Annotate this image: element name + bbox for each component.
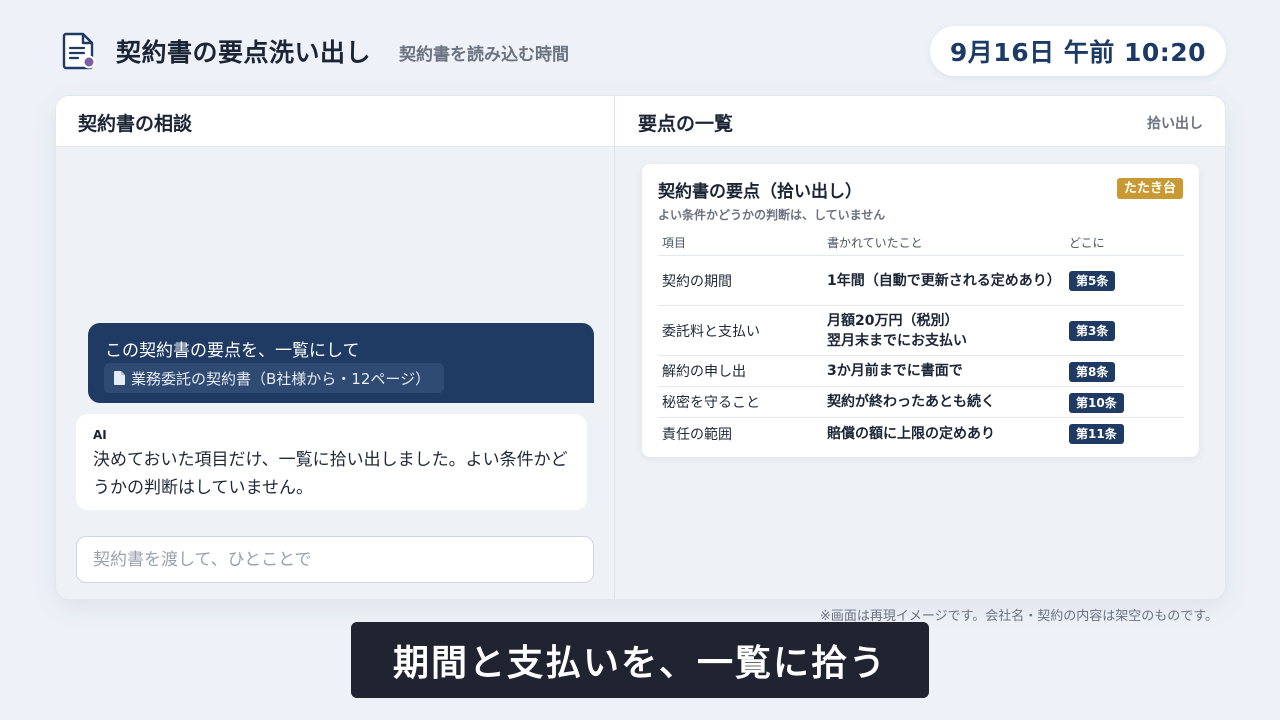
app-subtitle: 契約書を読み込む時間 <box>399 45 569 65</box>
table-row: 解約の申し出 3か月前までに書面で 第8条 <box>658 356 1184 387</box>
table-row: 秘密を守ること 契約が終わったあとも続く 第10条 <box>658 387 1184 418</box>
file-icon <box>114 371 125 385</box>
row-item: 契約の期間 <box>662 273 732 290</box>
attachment-chip[interactable]: 業務委託の契約書（B社様から・12ページ） <box>104 363 445 393</box>
app-title: 契約書の要点洗い出し <box>116 38 372 67</box>
clock-display: 9月16日 午前 10:20 <box>930 26 1226 76</box>
user-message-bubble: この契約書の要点を、一覧にして 業務委託の契約書（B社様から・12ページ） <box>88 323 594 403</box>
user-message-text: この契約書の要点を、一覧にして <box>105 341 360 361</box>
summary-table: 項目 書かれていたこと どこに 契約の期間 1年間（自動で更新される定めあり） … <box>658 230 1184 449</box>
column-header-item: 項目 <box>662 236 687 250</box>
summary-note: よい条件かどうかの判断は、していません <box>658 208 886 222</box>
row-content: 契約が終わったあとも続く <box>827 394 995 410</box>
row-item: 責任の範囲 <box>662 426 732 443</box>
draft-badge: たたき台 <box>1116 178 1183 199</box>
column-header-content: 書かれていたこと <box>827 235 923 250</box>
article-tag[interactable]: 第5条 <box>1069 271 1116 291</box>
table-header-row: 項目 書かれていたこと どこに <box>658 230 1184 256</box>
column-header-location: どこに <box>1069 236 1105 250</box>
extract-button[interactable]: 拾い出し <box>1147 113 1203 133</box>
row-content: 3か月前までに書面で <box>827 363 963 379</box>
table-row: 委託料と支払い 月額20万円（税別） 翌月末までにお支払い 第3条 <box>658 306 1184 356</box>
row-item: 委託料と支払い <box>662 323 760 340</box>
chat-panel-header: 契約書の相談 <box>56 96 614 147</box>
summary-card: 契約書の要点（拾い出し） たたき台 よい条件かどうかの判断は、していません 項目… <box>642 164 1199 457</box>
ai-sender-label: AI <box>93 428 107 442</box>
ai-message-bubble: AI 決めておいた項目だけ、一覧に拾い出しました。よい条件かどうかの判断はしてい… <box>76 414 587 510</box>
panel-divider <box>614 96 615 599</box>
article-tag[interactable]: 第8条 <box>1069 361 1116 382</box>
chat-panel-title: 契約書の相談 <box>78 113 193 135</box>
summary-panel-title: 要点の一覧 <box>638 113 734 135</box>
caption-banner: 期間と支払いを、一覧に拾う <box>351 622 929 698</box>
table-row: 責任の範囲 賠償の額に上限の定めあり 第11条 <box>658 418 1184 449</box>
row-content: 1年間（自動で更新される定めあり） <box>827 272 1061 289</box>
app-screen: 契約書の要点洗い出し 契約書を読み込む時間 9月16日 午前 10:20 契約書… <box>0 0 1280 720</box>
table-row: 契約の期間 1年間（自動で更新される定めあり） 第5条 <box>658 256 1184 306</box>
main-card: 契約書の相談 要点の一覧 拾い出し この契約書の要点を、一覧にして 業務委託の契… <box>55 95 1226 600</box>
summary-card-title: 契約書の要点（拾い出し） <box>658 182 862 202</box>
ai-message-text: 決めておいた項目だけ、一覧に拾い出しました。よい条件かどうかの判断はしていません… <box>93 450 568 498</box>
row-content: 月額20万円（税別） 翌月末までにお支払い <box>827 312 967 349</box>
article-tag[interactable]: 第11条 <box>1069 424 1124 444</box>
summary-panel-header: 要点の一覧 拾い出し <box>615 96 1225 147</box>
attachment-name: 業務委託の契約書（B社様から・12ページ） <box>131 369 431 388</box>
article-tag[interactable]: 第10条 <box>1069 392 1124 413</box>
row-item: 解約の申し出 <box>662 364 746 380</box>
row-item: 秘密を守ること <box>662 395 760 411</box>
chat-input[interactable] <box>76 536 594 583</box>
article-tag[interactable]: 第3条 <box>1069 321 1116 341</box>
document-icon <box>62 32 96 70</box>
row-content: 賠償の額に上限の定めあり <box>827 425 995 442</box>
